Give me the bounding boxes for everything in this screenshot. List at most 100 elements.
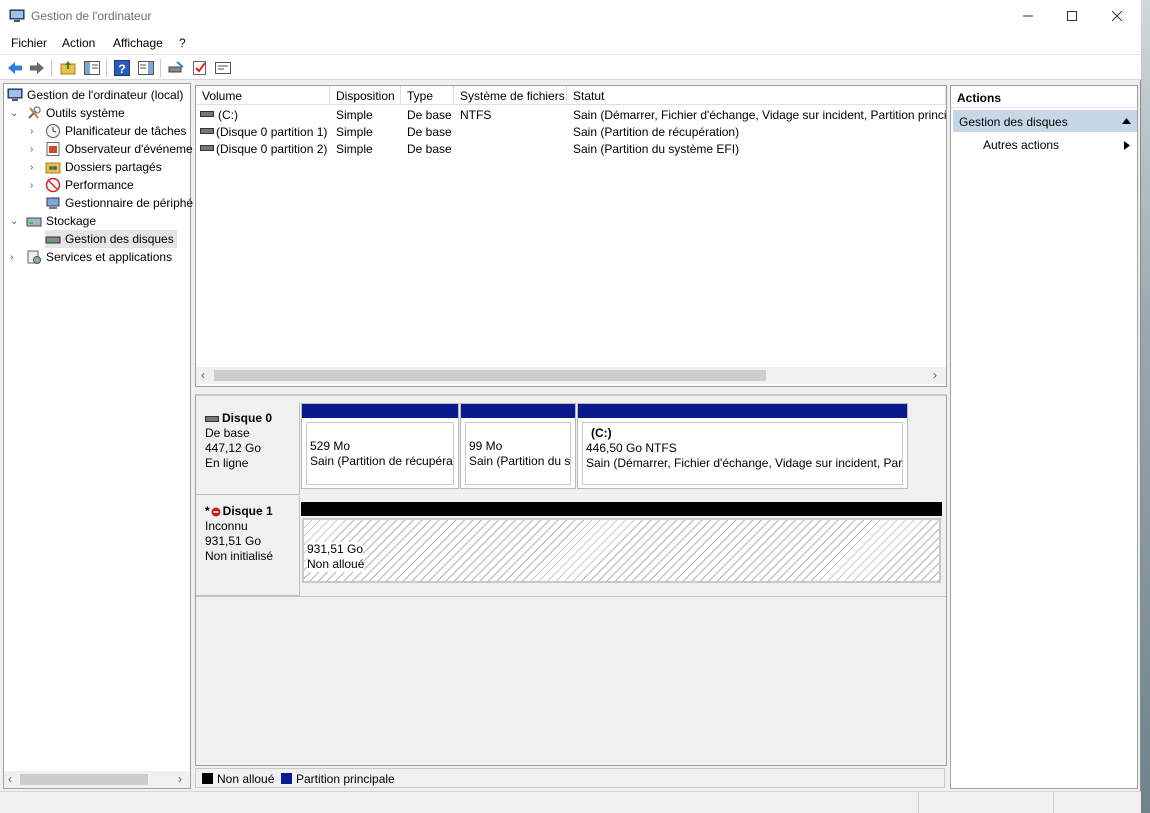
disk-1-name-row: * Disque 1 xyxy=(205,504,273,518)
storage-icon xyxy=(26,217,42,227)
menu-action[interactable]: Action xyxy=(62,36,95,50)
divider xyxy=(196,596,946,597)
close-button[interactable] xyxy=(1094,0,1140,32)
tree-item-event-viewer[interactable]: Observateur d'événeme xyxy=(45,140,193,158)
tree-item-task-scheduler[interactable]: Planificateur de tâches xyxy=(45,122,186,140)
close-icon xyxy=(1112,11,1122,21)
tree-item-shared-folders[interactable]: Dossiers partagés xyxy=(45,158,162,176)
disk-graphical-view: Disque 0 De base 447,12 Go En ligne 529 … xyxy=(195,394,947,766)
scroll-thumb[interactable] xyxy=(20,774,148,785)
device-manager-icon xyxy=(46,197,60,209)
tree-label: Planificateur de tâches xyxy=(65,124,187,138)
minimize-button[interactable] xyxy=(1005,0,1051,32)
unallocated-space[interactable]: 931,51 Go Non alloué xyxy=(301,502,942,588)
partition-c[interactable]: (C:) 446,50 Go NTFS Sain (Démarrer, Fich… xyxy=(577,403,908,489)
scroll-right-icon[interactable]: › xyxy=(933,368,937,382)
partition-recovery[interactable]: 529 Mo Sain (Partition de récupérat xyxy=(301,403,459,489)
disk-icon xyxy=(205,415,219,422)
volume-icon xyxy=(200,128,214,134)
scroll-right-icon[interactable]: › xyxy=(178,772,182,786)
tree-label: Dossiers partagés xyxy=(65,160,162,174)
help-icon[interactable]: ? xyxy=(113,59,131,77)
minimize-icon xyxy=(1023,15,1033,17)
menu-file[interactable]: Fichier xyxy=(11,36,47,50)
clock-icon xyxy=(46,124,60,138)
legend: Non alloué Partition principale xyxy=(195,768,945,788)
tree-horizontal-scrollbar[interactable]: ‹ › xyxy=(4,771,190,788)
column-header-layout[interactable]: Disposition xyxy=(330,86,401,105)
back-arrow-icon[interactable] xyxy=(6,59,24,77)
tree-item-storage[interactable]: Stockage xyxy=(26,212,96,230)
more-actions-item[interactable]: Autres actions xyxy=(983,138,1059,152)
tree-label: Performance xyxy=(65,178,134,192)
scroll-left-icon[interactable]: ‹ xyxy=(201,368,205,382)
tree-label: Observateur d'événeme xyxy=(65,142,193,156)
disk-0-label[interactable]: Disque 0 De base 447,12 Go En ligne xyxy=(196,403,300,495)
menu-view[interactable]: Affichage xyxy=(113,36,163,50)
disk-state: Non initialisé xyxy=(205,549,274,563)
tools-icon xyxy=(28,106,41,119)
show-hide-action-pane-icon[interactable] xyxy=(137,59,155,77)
column-header-status[interactable]: Statut xyxy=(567,86,946,105)
partition-body: (C:) 446,50 Go NTFS Sain (Démarrer, Fich… xyxy=(582,422,903,485)
window-title: Gestion de l'ordinateur xyxy=(31,9,152,23)
disk-management-icon xyxy=(45,236,61,244)
column-header-filesystem[interactable]: Système de fichiers xyxy=(454,86,567,105)
volume-horizontal-scrollbar[interactable]: ‹ › xyxy=(196,367,946,384)
tree-item-root[interactable]: Gestion de l'ordinateur (local) xyxy=(7,86,183,104)
title-bar[interactable]: Gestion de l'ordinateur xyxy=(0,0,1141,32)
scroll-thumb[interactable] xyxy=(214,370,766,381)
tree-item-disk-management[interactable]: Gestion des disques xyxy=(45,230,177,248)
tree-label: Services et applications xyxy=(46,250,173,264)
disk-state: En ligne xyxy=(205,456,249,470)
column-header-volume[interactable]: Volume xyxy=(196,86,330,105)
chevron-right-icon[interactable]: › xyxy=(30,127,40,137)
volume-icon xyxy=(200,111,214,117)
error-icon xyxy=(211,507,221,516)
column-header-type[interactable]: Type xyxy=(401,86,454,105)
show-hide-tree-icon[interactable] xyxy=(83,59,101,77)
status-cell xyxy=(918,792,1053,813)
tree-label: Stockage xyxy=(46,214,97,228)
status-cell xyxy=(1053,792,1141,813)
primary-partition-bar xyxy=(461,404,575,418)
chevron-right-icon[interactable]: › xyxy=(30,145,40,155)
menu-help[interactable]: ? xyxy=(179,36,186,50)
tree-item-system-tools[interactable]: Outils système xyxy=(26,104,125,122)
chevron-right-icon[interactable]: › xyxy=(30,181,40,191)
chevron-down-icon[interactable]: ⌄ xyxy=(10,109,20,119)
computer-management-window: Gestion de l'ordinateur Fichier Action A… xyxy=(0,0,1141,813)
svg-text:?: ? xyxy=(118,62,125,76)
legend-swatch-unallocated xyxy=(202,773,213,784)
chevron-down-icon[interactable]: ⌄ xyxy=(10,217,20,227)
performance-icon xyxy=(45,177,61,193)
partition-efi[interactable]: 99 Mo Sain (Partition du sy xyxy=(460,403,576,489)
shared-folder-icon xyxy=(45,162,61,174)
disk-connect-icon[interactable] xyxy=(167,59,185,77)
forward-arrow-icon[interactable] xyxy=(28,59,46,77)
disk-size: 931,51 Go xyxy=(205,534,262,548)
status-bar xyxy=(0,791,1141,813)
chevron-right-icon[interactable]: › xyxy=(30,163,40,173)
submenu-arrow-icon[interactable] xyxy=(1124,141,1130,150)
maximize-button[interactable] xyxy=(1049,0,1095,32)
tree-item-services[interactable]: Services et applications xyxy=(26,248,172,266)
actions-section-disk-management[interactable]: Gestion des disques xyxy=(953,110,1137,132)
table-row[interactable]: (Disque 0 partition 1) Simple De base Sa… xyxy=(196,123,946,140)
properties-icon[interactable] xyxy=(214,59,232,77)
chevron-right-icon[interactable]: › xyxy=(10,253,20,263)
tree-item-device-manager[interactable]: Gestionnaire de périphé xyxy=(45,194,193,212)
up-folder-icon[interactable] xyxy=(59,59,77,77)
table-row[interactable]: (Disque 0 partition 2) Simple De base Sa… xyxy=(196,140,946,157)
checklist-icon[interactable] xyxy=(191,59,209,77)
scroll-left-icon[interactable]: ‹ xyxy=(8,772,12,786)
table-row[interactable]: (C:) Simple De base NTFS Sain (Démarrer,… xyxy=(196,106,946,123)
collapse-up-icon[interactable] xyxy=(1122,118,1131,124)
partition-body: 931,51 Go Non alloué xyxy=(302,518,941,583)
tree-item-performance[interactable]: Performance xyxy=(45,176,134,194)
disk-type: De base xyxy=(205,426,250,440)
disk-1-label[interactable]: * Disque 1 Inconnu 931,51 Go Non initial… xyxy=(196,496,300,596)
tree-label: Gestion de l'ordinateur (local) xyxy=(27,88,184,102)
actions-pane: Actions Gestion des disques Autres actio… xyxy=(950,85,1138,789)
partition-body: 529 Mo Sain (Partition de récupérat xyxy=(306,422,454,485)
